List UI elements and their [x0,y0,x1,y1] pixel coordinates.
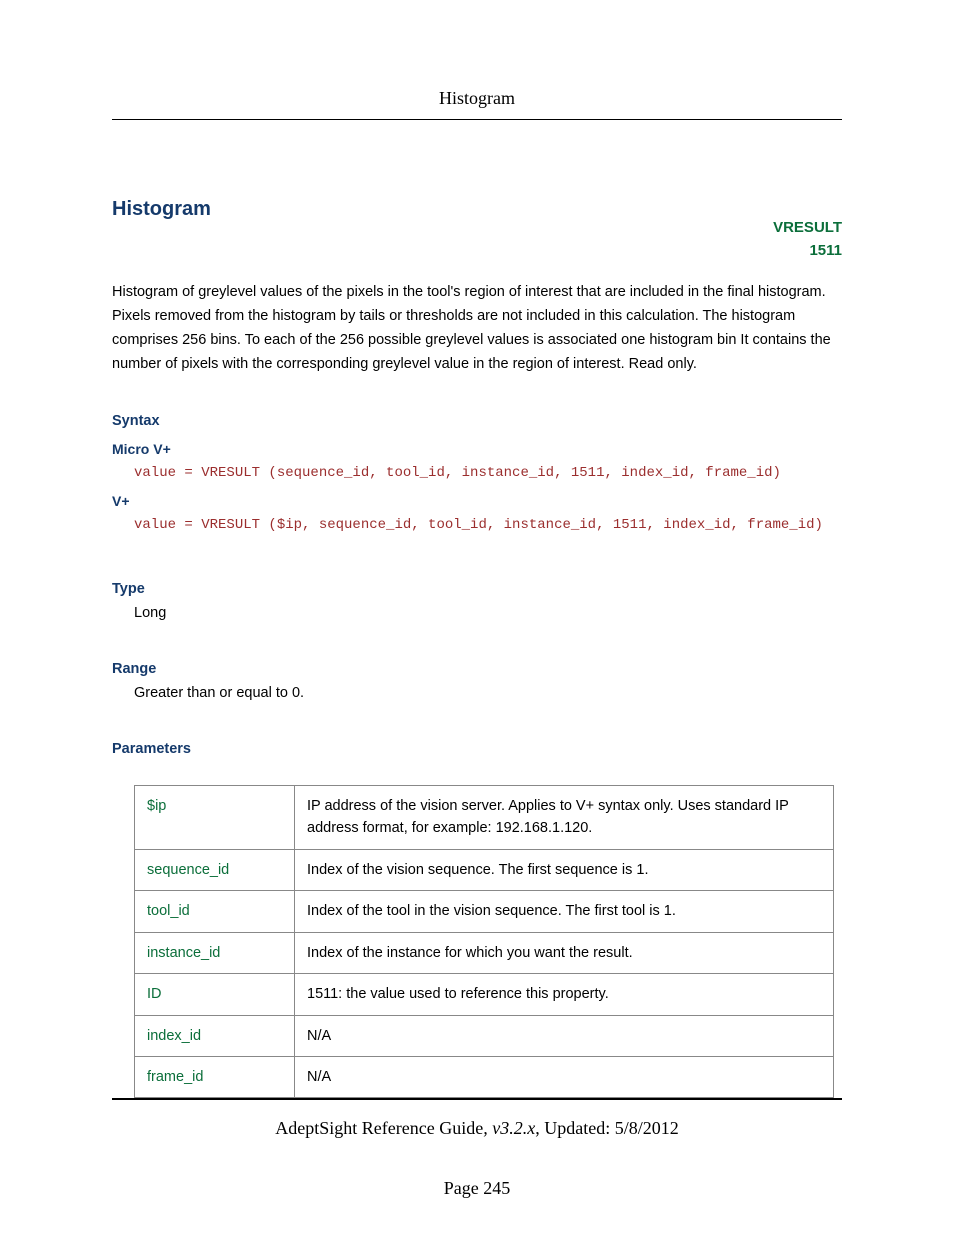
page-title: Histogram [112,198,842,221]
param-desc: Index of the vision sequence. The first … [295,849,834,890]
footer-rule [112,1098,842,1100]
table-row: ID 1511: the value used to reference thi… [135,974,834,1015]
param-name: instance_id [135,932,295,973]
param-desc: 1511: the value used to reference this p… [295,974,834,1015]
type-heading: Type [112,581,842,597]
param-desc: Index of the instance for which you want… [295,932,834,973]
param-name: index_id [135,1015,295,1056]
vplus-code: value = VRESULT ($ip, sequence_id, tool_… [134,517,842,533]
tag-vresult: VRESULT [773,216,842,239]
vresult-tag: VRESULT 1511 [773,216,842,263]
syntax-heading: Syntax [112,413,842,429]
parameters-heading: Parameters [112,741,842,757]
page-number: Page 245 [0,1178,954,1199]
micro-vplus-label: Micro V+ [112,441,842,457]
table-row: tool_id Index of the tool in the vision … [135,891,834,932]
param-name: sequence_id [135,849,295,890]
range-heading: Range [112,661,842,677]
title-row: Histogram VRESULT 1511 [112,198,842,221]
param-name: frame_id [135,1056,295,1097]
micro-vplus-code: value = VRESULT (sequence_id, tool_id, i… [134,465,842,481]
range-value: Greater than or equal to 0. [134,685,842,701]
footer-doc-title: AdeptSight Reference Guide [275,1118,483,1138]
table-row: $ip IP address of the vision server. App… [135,785,834,849]
vplus-label: V+ [112,493,842,509]
type-value: Long [134,605,842,621]
param-name: ID [135,974,295,1015]
footer-version: , v3.2.x [483,1118,535,1138]
table-row: instance_id Index of the instance for wh… [135,932,834,973]
running-header: Histogram [112,88,842,120]
footer-updated: , Updated: 5/8/2012 [535,1118,678,1138]
description-paragraph: Histogram of greylevel values of the pix… [112,281,842,377]
page-content: Histogram Histogram VRESULT 1511 Histogr… [112,88,842,1098]
param-desc: IP address of the vision server. Applies… [295,785,834,849]
param-name: tool_id [135,891,295,932]
parameters-table: $ip IP address of the vision server. App… [134,785,834,1099]
footer-text: AdeptSight Reference Guide, v3.2.x, Upda… [0,1118,954,1139]
table-row: index_id N/A [135,1015,834,1056]
param-name: $ip [135,785,295,849]
tag-id: 1511 [773,239,842,262]
table-row: sequence_id Index of the vision sequence… [135,849,834,890]
param-desc: N/A [295,1056,834,1097]
table-row: frame_id N/A [135,1056,834,1097]
param-desc: Index of the tool in the vision sequence… [295,891,834,932]
param-desc: N/A [295,1015,834,1056]
